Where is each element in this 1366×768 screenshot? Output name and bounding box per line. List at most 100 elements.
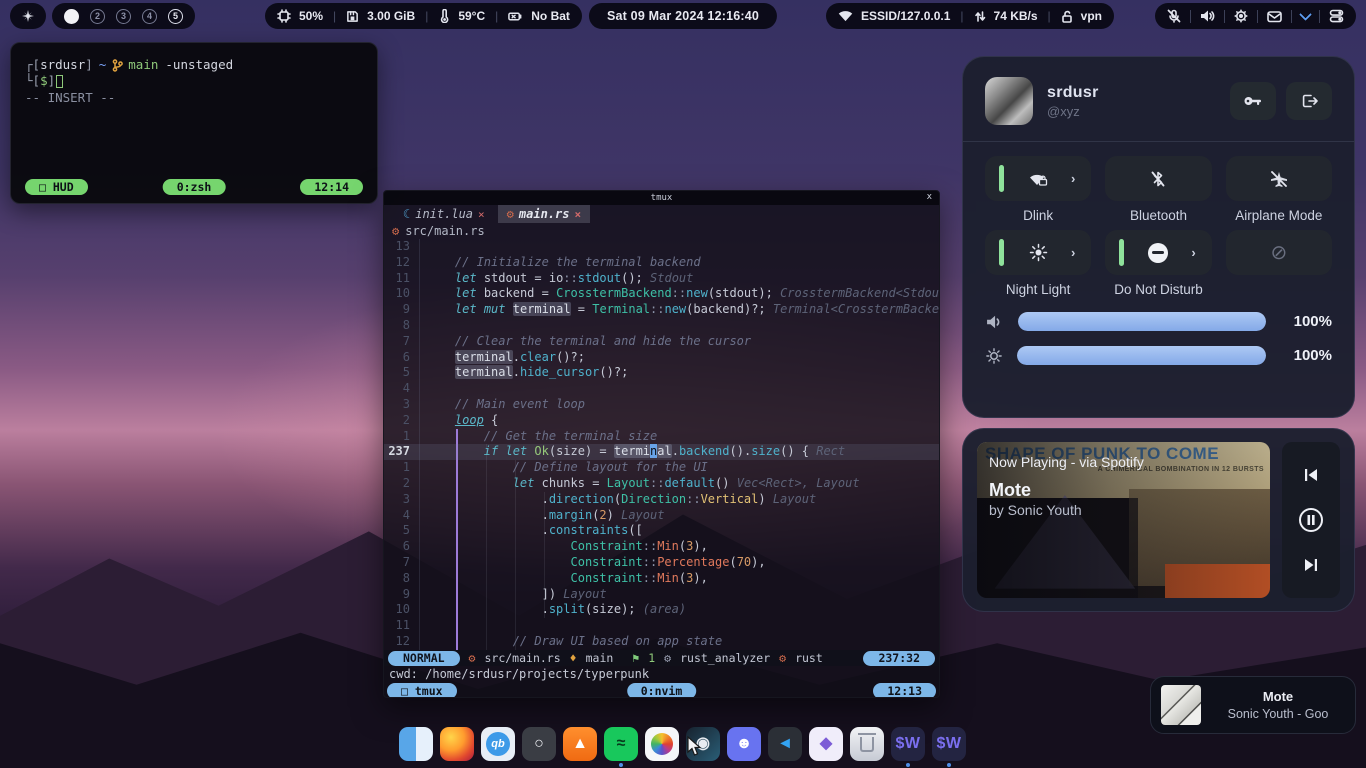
tab-init-lua[interactable]: ☾ init.lua × (394, 205, 494, 223)
key-icon (1243, 94, 1263, 108)
code-line[interactable]: 8 Constraint::Min(3), (384, 571, 939, 587)
line-number: 12 (384, 255, 420, 271)
tmux-window-zsh[interactable]: 0:zsh (163, 179, 226, 195)
previous-track-button[interactable] (1296, 460, 1326, 490)
code-line[interactable]: 3 // Main event loop (384, 397, 939, 413)
mail-icon[interactable] (1267, 10, 1282, 23)
volume-slider-fill (1018, 312, 1266, 331)
workspace-3[interactable]: 3 (116, 9, 131, 24)
code-line[interactable]: 3 .direction(Direction::Vertical) Layout (384, 492, 939, 508)
code-line[interactable]: 13 (384, 239, 939, 255)
media-player-card: SHAPE OF PUNK TO COME A CHIMERICAL BOMBI… (962, 428, 1355, 612)
code-line[interactable]: 2 let chunks = Layout::default() Vec<Rec… (384, 476, 939, 492)
dock-item-qbittorrent[interactable]: qb (481, 727, 515, 761)
code-line[interactable]: 10 .split(size); (area) (384, 602, 939, 618)
quick-toggles: › Dlink Bluetooth Airplane Mode (985, 156, 1332, 298)
window-titlebar[interactable]: tmux x (384, 191, 939, 205)
tmux-statusbar: □ HUD 0:zsh 12:14 (25, 179, 363, 195)
terminal-cursor (56, 75, 63, 88)
launcher-button[interactable] (10, 3, 46, 29)
code-line[interactable]: 11 let stdout = io::stdout(); Stdout (384, 271, 939, 287)
toggles-icon[interactable] (1329, 9, 1344, 23)
rust-icon: ⚙ (507, 207, 514, 221)
tmux-session-name[interactable]: □ HUD (25, 179, 88, 195)
code-line[interactable]: 1 // Get the terminal size (384, 429, 939, 445)
chevron-down-icon[interactable] (1299, 8, 1312, 21)
dock-item-obs[interactable]: ○ (522, 727, 556, 761)
code-line[interactable]: 9 let mut terminal = Terminal::new(backe… (384, 302, 939, 318)
code-line[interactable]: 12 // Initialize the terminal backend (384, 255, 939, 271)
toggle-night-light[interactable]: › (985, 230, 1091, 275)
dock-item-vscode[interactable]: ◄ (768, 727, 802, 761)
tab-close-icon[interactable]: × (574, 208, 581, 221)
editor-window[interactable]: tmux x ☾ init.lua × ⚙ main.rs × ⚙ src/ma… (383, 190, 940, 698)
dock-item-discord[interactable]: ☻ (727, 727, 761, 761)
now-playing-label: Now Playing - via Spotify (989, 454, 1144, 470)
workspace-2[interactable]: 2 (90, 9, 105, 24)
line-number: 3 (384, 492, 420, 508)
tmux-session-name[interactable]: □ tmux (387, 683, 457, 699)
workspace-5[interactable]: 5 (168, 9, 183, 24)
code-line[interactable]: 12 // Draw UI based on app state (384, 634, 939, 650)
dock-item-obsidian[interactable]: ◆ (809, 727, 843, 761)
code-line[interactable]: 5 terminal.hide_cursor()?; (384, 365, 939, 381)
battery-missing-icon (508, 10, 523, 23)
dock-item-photos[interactable] (645, 727, 679, 761)
code-line[interactable]: 8 (384, 318, 939, 334)
workspace-1[interactable] (64, 9, 79, 24)
dock-item-sw[interactable]: $W (891, 727, 925, 761)
gear-icon[interactable] (1234, 9, 1248, 23)
code-line[interactable]: 237 if let Ok(size) = terminal.backend()… (384, 444, 939, 460)
tmux-window-nvim[interactable]: 0:nvim (627, 683, 697, 699)
tab-main-rs[interactable]: ⚙ main.rs × (498, 205, 590, 223)
code-line[interactable]: 5 .constraints([ (384, 523, 939, 539)
code-line[interactable]: 4 (384, 381, 939, 397)
pause-button[interactable] (1296, 505, 1326, 535)
line-number: 12 (384, 634, 420, 650)
clock[interactable]: Sat 09 Mar 2024 12:16:40 (589, 3, 777, 29)
code-area[interactable]: 1312 // Initialize the terminal backend1… (384, 239, 939, 650)
code-line[interactable]: 7 Constraint::Percentage(70), (384, 555, 939, 571)
toggle-airplane-mode[interactable] (1226, 156, 1332, 201)
tab-close-icon[interactable]: × (478, 208, 485, 221)
dock-item-files[interactable] (399, 727, 433, 761)
code-line[interactable]: 11 (384, 618, 939, 634)
close-button[interactable]: x (927, 192, 932, 202)
running-indicator (619, 763, 623, 767)
code-line[interactable]: 6 Constraint::Min(3), (384, 539, 939, 555)
tray-group (1155, 3, 1356, 29)
terminal-window[interactable]: ┌[srdusr] ~ main -unstaged └[$] -- INSER… (10, 42, 378, 204)
toggle-disabled[interactable]: ⊘ (1226, 230, 1332, 275)
code-line[interactable]: 2 loop { (384, 413, 939, 429)
lock-keys-button[interactable] (1230, 82, 1276, 120)
microphone-muted-icon[interactable] (1167, 9, 1181, 23)
status-bar: 2345 50% | 3.00 GiB | 59°C | No Bat Sat … (0, 0, 1366, 32)
code-line[interactable]: 4 .margin(2) Layout (384, 508, 939, 524)
code-line[interactable]: 7 // Clear the terminal and hide the cur… (384, 334, 939, 350)
dock-item-vlc[interactable]: ▲ (563, 727, 597, 761)
toggle-wifi-dlink[interactable]: › (985, 156, 1091, 201)
volume-slider[interactable] (1018, 312, 1266, 331)
code-line[interactable]: 9 ]) Layout (384, 587, 939, 603)
next-track-button[interactable] (1296, 550, 1326, 580)
code-line[interactable]: 6 terminal.clear()?; (384, 350, 939, 366)
command-line: cwd: /home/srdusr/projects/typerpunk (384, 666, 939, 682)
dock-item-firefox[interactable] (440, 727, 474, 761)
volume-icon[interactable] (1200, 9, 1215, 23)
brightness-slider-fill (1017, 346, 1266, 365)
dock-item-spotify[interactable]: ≈ (604, 727, 638, 761)
code-line[interactable]: 10 let backend = CrosstermBackend::new(s… (384, 286, 939, 302)
notification-toast[interactable]: Mote Sonic Youth - Goo (1150, 676, 1356, 734)
workspaces: 2345 (52, 3, 195, 29)
network-group[interactable]: ESSID/127.0.0.1 | 74 KB/s | vpn (826, 3, 1114, 29)
logout-button[interactable] (1286, 82, 1332, 120)
toggle-bluetooth[interactable] (1105, 156, 1211, 201)
toggle-do-not-disturb[interactable]: › (1105, 230, 1211, 275)
dock-item-trash[interactable] (850, 727, 884, 761)
dock-item-sw[interactable]: $W (932, 727, 966, 761)
workspace-4[interactable]: 4 (142, 9, 157, 24)
brightness-slider[interactable] (1017, 346, 1266, 365)
cursor-position: 237:32 (863, 651, 935, 666)
tmux-clock: 12:13 (873, 683, 936, 699)
code-line[interactable]: 1 // Define layout for the UI (384, 460, 939, 476)
